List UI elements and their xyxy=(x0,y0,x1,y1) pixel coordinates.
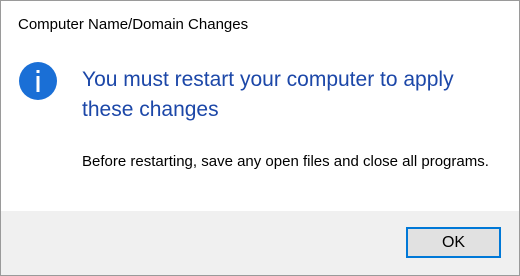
title-bar[interactable]: Computer Name/Domain Changes xyxy=(1,1,519,47)
restart-dialog: Computer Name/Domain Changes You must re… xyxy=(0,0,520,276)
dialog-title: Computer Name/Domain Changes xyxy=(18,16,249,33)
ok-button[interactable]: OK xyxy=(406,227,501,258)
info-icon xyxy=(19,62,57,100)
dialog-message: Before restarting, save any open files a… xyxy=(82,153,489,170)
dialog-content: You must restart your computer to apply … xyxy=(1,47,519,211)
button-bar: OK xyxy=(1,211,519,275)
dialog-heading: You must restart your computer to apply … xyxy=(82,68,454,121)
